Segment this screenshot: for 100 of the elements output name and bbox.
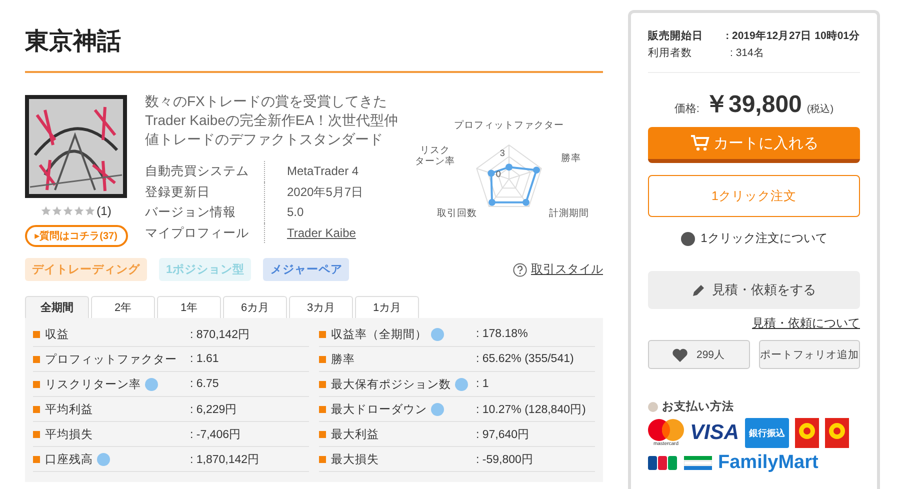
stat-label: 勝率 — [331, 352, 355, 366]
tax-note: (税込) — [806, 102, 834, 116]
stat-label: 収益率（全期間） — [331, 328, 427, 342]
radar-point — [505, 164, 512, 171]
quote-info-link[interactable]: 見積・依頼について — [752, 315, 860, 332]
radar-axis-label: 取引回数 — [436, 208, 477, 219]
info-label: 利用者数 — [648, 46, 693, 61]
rating-count: (1) — [96, 204, 112, 218]
spec-label: マイプロフィール — [145, 222, 265, 243]
radar-point — [488, 198, 496, 206]
style-tag: メジャーペア — [263, 258, 350, 281]
bullet-icon — [319, 330, 326, 338]
style-tag: 1ポジション型 — [159, 258, 252, 281]
stat-value: : 6,229円 — [190, 402, 238, 416]
radar-point — [532, 166, 540, 174]
stat-label: リスクリターン率 — [45, 378, 141, 392]
pen-icon — [692, 283, 706, 297]
spec-label: 登録更新日 — [145, 182, 265, 202]
stat-value: : 10.27% (128,840円) — [476, 402, 586, 416]
bullet-icon — [648, 402, 658, 412]
radar-point — [522, 198, 530, 206]
info-value: : 314名 — [730, 46, 764, 61]
stat-label: 平均利益 — [45, 402, 93, 416]
radar-point — [488, 170, 495, 177]
bullet-icon — [33, 356, 40, 362]
like-button[interactable]: 299人 — [648, 340, 750, 369]
store-logo-icon — [825, 418, 850, 448]
bullet-icon — [33, 406, 40, 412]
card-logo-icon — [648, 456, 678, 470]
bullet-icon — [319, 456, 326, 462]
period-tab[interactable]: 6カ月 — [223, 296, 287, 318]
stat-label: 口座残高 — [45, 452, 93, 466]
stat-label: 平均損失 — [45, 428, 93, 442]
trading-style-link[interactable]: 取引スタイル — [513, 261, 603, 278]
stat-value: : 178.18% — [476, 328, 528, 340]
radar-axis-label: 勝率 — [560, 153, 581, 164]
bullet-icon — [33, 456, 40, 462]
bank-transfer-logo: 銀行振込 — [745, 418, 790, 448]
bullet-icon — [319, 356, 326, 362]
bullet-icon — [33, 380, 40, 388]
stat-label: 最大利益 — [331, 428, 379, 442]
stat-value: : 1.61 — [190, 353, 219, 365]
radar-grid — [476, 144, 542, 207]
spec-value: 5.0 — [287, 205, 304, 219]
payment-title: お支払い方法 — [662, 399, 734, 414]
radar-line — [490, 166, 538, 204]
add-portfolio-button[interactable]: ポートフォリオ追加 — [758, 340, 860, 369]
price-value: ￥39,800 — [704, 90, 802, 120]
bullet-icon — [319, 406, 326, 412]
page-title: 東京神話 — [25, 24, 603, 73]
star-icon — [52, 206, 62, 216]
bullet-icon — [319, 430, 326, 438]
star-icon — [84, 206, 95, 216]
visa-logo: VISA — [690, 421, 740, 445]
spec-value: MetaTrader 4 — [287, 164, 359, 178]
period-tab[interactable]: 1年 — [157, 296, 221, 318]
stat-value: : 6.75 — [190, 378, 219, 390]
store-logo-icon — [795, 418, 820, 448]
period-tab[interactable]: 全期間 — [25, 296, 89, 318]
radar-tick-label: 3 — [500, 148, 505, 158]
stat-value: : 97,640円 — [476, 428, 530, 442]
bullet-icon — [33, 430, 40, 438]
radar-axis-label: 計測期間 — [548, 208, 589, 219]
period-tab[interactable]: 1カ月 — [355, 296, 419, 318]
style-tag: デイトレーディング — [25, 258, 147, 281]
stripe-logo-icon — [684, 456, 712, 470]
stat-label: 最大ドローダウン — [331, 402, 427, 416]
stat-label: プロフィットファクター — [45, 352, 177, 366]
info-label: 販売開始日 — [648, 29, 704, 44]
radar-tick-label: 0 — [496, 169, 501, 179]
star-icon — [40, 206, 51, 216]
info-value: : 2019年12月27日 10時01分 — [726, 29, 860, 44]
radar-axis-label: ターン率 — [414, 156, 455, 167]
profile-link[interactable]: Trader Kaibe — [287, 226, 356, 240]
stat-value: : 1 — [476, 378, 489, 390]
stat-value: : 65.62% (355/541) — [476, 353, 574, 365]
one-click-help-link[interactable]: 1クリック注文について — [700, 230, 828, 247]
stat-value: : -7,406円 — [190, 428, 241, 442]
stat-label: 最大損失 — [331, 452, 379, 466]
bullet-icon — [319, 380, 326, 388]
spec-value: 2020年5月7日 — [287, 184, 364, 198]
period-tab[interactable]: 3カ月 — [289, 296, 353, 318]
familymart-logo: FamilyMart — [718, 453, 818, 473]
cart-icon — [690, 134, 710, 152]
star-icon — [74, 206, 84, 216]
spec-label: バージョン情報 — [145, 202, 265, 222]
quote-request-button[interactable]: 見積・依頼をする — [648, 271, 860, 309]
radar-axis-label: リスク — [420, 145, 450, 156]
heart-icon — [672, 348, 688, 362]
bullet-icon — [33, 330, 40, 338]
star-icon — [62, 206, 73, 216]
stat-label: 収益 — [45, 328, 69, 342]
product-description: 数々のFXトレードの賞を受賞してきたTrader Kaibeの完全新作EA！次世代型仲値トレードのデファクトスタンダード — [145, 92, 400, 149]
spec-label: 自動売買システム — [145, 161, 265, 182]
stat-label: 最大保有ポジション数 — [331, 378, 451, 392]
radar-axis-label: プロフィットファクター — [454, 120, 564, 131]
stat-value: : 870,142円 — [190, 328, 250, 342]
period-tab[interactable]: 2年 — [91, 296, 155, 318]
stat-value: : -59,800円 — [476, 452, 534, 466]
price-label: 価格: — [674, 102, 700, 116]
